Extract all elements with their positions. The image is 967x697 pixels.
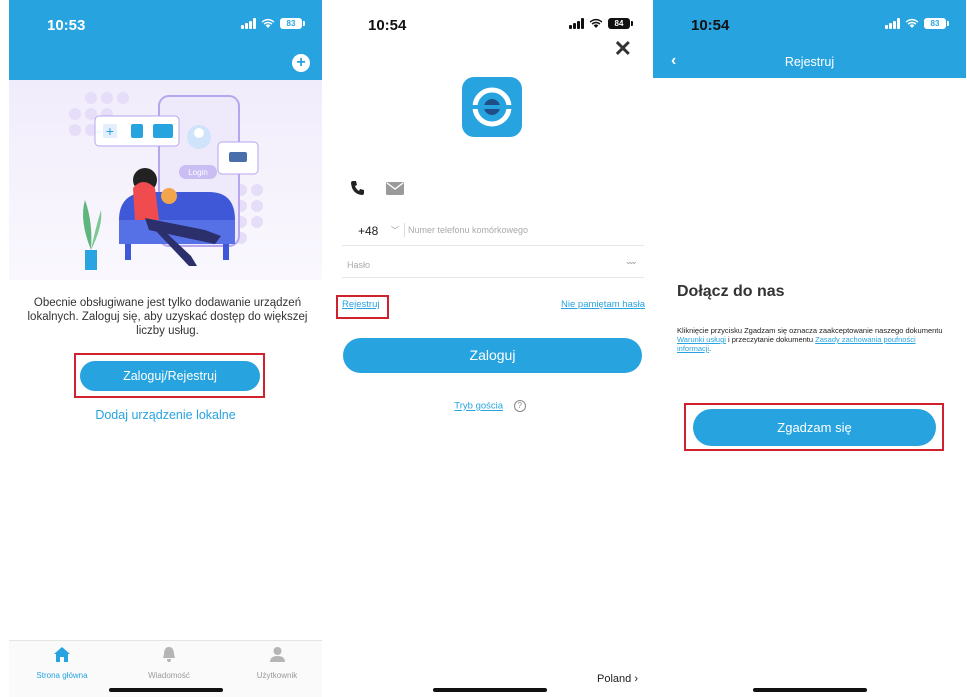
password-field-row: ˘˘˘ (342, 256, 644, 278)
page-title: Rejestruj (784, 55, 835, 69)
tab-user-label: Użytkownik (256, 671, 298, 680)
email-icon[interactable] (386, 181, 404, 195)
signal-icon (885, 18, 900, 29)
terms-prefix: Kliknięcie przycisku Zgadzam się oznacza… (677, 326, 943, 335)
hero-login-badge: Login (188, 168, 208, 177)
field-divider (404, 223, 405, 237)
battery-level: 84 (614, 19, 624, 28)
login-register-button[interactable]: Zaloguj/Rejestruj (80, 361, 260, 391)
phone-icon[interactable] (350, 180, 366, 196)
country-code-select[interactable]: +48 (358, 224, 378, 238)
wifi-icon (261, 18, 275, 28)
guest-mode-link[interactable]: Tryb gościa (454, 401, 503, 412)
tab-home-label: Strona główna (36, 671, 88, 680)
region-label: Poland (597, 673, 632, 685)
battery-level: 83 (286, 19, 296, 28)
status-time: 10:54 (368, 17, 407, 34)
register-link[interactable]: Rejestruj (342, 299, 380, 310)
tab-messages-label: Wiadomość (148, 671, 190, 680)
close-icon[interactable]: ✕ (614, 36, 632, 62)
battery-icon: 83 (924, 18, 949, 29)
home-screen: 10:53 83 + Login + Obecnie obsługiwane j… (9, 0, 322, 697)
tab-home[interactable]: Strona główna (22, 647, 102, 680)
add-local-device-link[interactable]: Dodaj urządzenie lokalne (9, 408, 322, 422)
terms-middle: i przeczytanie dokumentu (725, 335, 816, 344)
terms-of-service-link[interactable]: Warunki usługi (677, 335, 726, 344)
signal-icon (569, 18, 584, 29)
home-indicator (108, 688, 223, 692)
login-screen: 10:54 84 ✕ +48 ﹀ ˘˘˘ Rejestruj Nie pamię… (330, 0, 650, 697)
terms-text: Kliknięcie przycisku Zgadzam się oznacza… (677, 326, 950, 353)
app-logo (462, 77, 522, 137)
chevron-right-icon: › (634, 673, 638, 685)
terms-suffix: . (709, 344, 712, 353)
wifi-icon (905, 18, 919, 28)
region-selector[interactable]: Poland › (597, 673, 638, 685)
guest-mode-row: Tryb gościa ? (330, 400, 650, 412)
agree-button[interactable]: Zgadzam się (693, 409, 936, 446)
register-screen: 10:54 83 ‹ Rejestruj Dołącz do nas Klikn… (653, 0, 966, 697)
battery-icon: 83 (280, 18, 305, 29)
tab-user[interactable]: Użytkownik (237, 647, 317, 680)
status-time: 10:53 (47, 17, 86, 34)
signal-icon (241, 18, 256, 29)
status-bar: 10:54 83 (653, 0, 966, 46)
hero-illustration: Login + (9, 80, 322, 280)
phone-field-row: +48 ﹀ (342, 220, 644, 246)
help-icon[interactable]: ? (513, 400, 526, 412)
home-indicator (752, 688, 867, 692)
bell-icon (163, 647, 175, 662)
join-heading: Dołącz do nas (677, 283, 785, 300)
chevron-down-icon[interactable]: ﹀ (391, 225, 399, 236)
password-input[interactable] (347, 256, 567, 274)
status-time: 10:54 (691, 17, 730, 34)
user-icon (269, 647, 285, 662)
forgot-password-link[interactable]: Nie pamiętam hasła (561, 299, 645, 310)
login-method-selector (350, 180, 404, 196)
battery-icon: 84 (608, 18, 633, 29)
svg-text:+: + (106, 123, 114, 139)
add-device-button[interactable]: + (292, 54, 310, 72)
home-indicator (433, 688, 547, 692)
battery-level: 83 (930, 19, 940, 28)
status-bar: 10:53 83 (9, 0, 322, 46)
wifi-icon (589, 18, 603, 28)
phone-number-input[interactable] (408, 220, 628, 240)
tab-messages[interactable]: Wiadomość (129, 647, 209, 680)
home-icon (54, 647, 70, 662)
info-text: Obecnie obsługiwane jest tylko dodawanie… (27, 297, 308, 337)
login-button[interactable]: Zaloguj (343, 338, 642, 373)
eye-closed-icon[interactable]: ˘˘˘ (627, 261, 636, 271)
status-bar: 10:54 84 (330, 0, 650, 46)
